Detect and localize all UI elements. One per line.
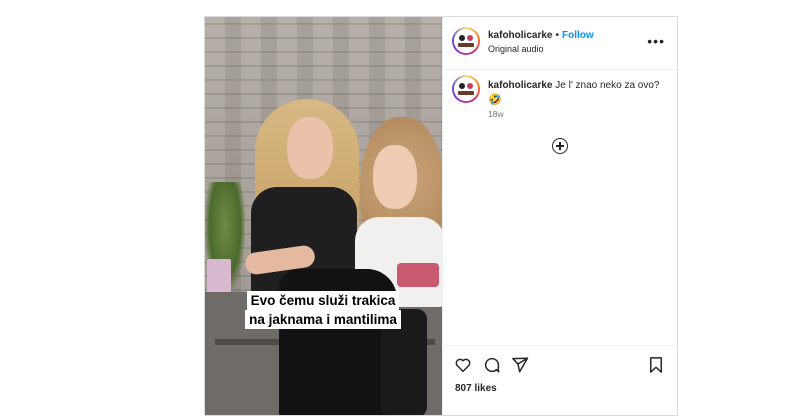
- avatar-logo-icon: [454, 29, 478, 53]
- comment-avatar[interactable]: [452, 75, 480, 103]
- header-username[interactable]: kafoholicarke: [488, 30, 552, 41]
- woman-left-face: [287, 117, 333, 179]
- comment-icon[interactable]: [483, 356, 501, 374]
- avatar-image: [454, 77, 478, 101]
- action-bar: [443, 345, 677, 386]
- likes-count[interactable]: 807 likes: [455, 383, 497, 394]
- post-header: kafoholicarke • Follow Original audio •••: [443, 17, 677, 70]
- caption-comment: kafoholicarke Je l' znao neko za ovo? 🤣: [488, 79, 668, 108]
- profile-avatar[interactable]: [452, 27, 480, 55]
- video-caption: Evo čemu služi trakica na jaknama i mant…: [239, 291, 407, 329]
- avatar-logo-icon: [454, 77, 478, 101]
- laughing-emoji: 🤣: [488, 94, 502, 106]
- add-icon[interactable]: [552, 138, 568, 154]
- comment-timestamp[interactable]: 18w: [488, 109, 504, 119]
- post-video[interactable]: Evo čemu služi trakica na jaknama i mant…: [205, 17, 442, 415]
- separator-dot: •: [555, 30, 559, 41]
- comment-text: Je l' znao neko za ovo?: [555, 80, 660, 91]
- original-audio-link[interactable]: Original audio: [488, 44, 544, 54]
- share-icon[interactable]: [511, 356, 529, 374]
- caption-line-2: na jaknama i mantilima: [245, 310, 401, 329]
- post-sidebar: kafoholicarke • Follow Original audio ••• …: [442, 17, 677, 415]
- instagram-post: Evo čemu služi trakica na jaknama i mant…: [204, 16, 678, 416]
- heart-icon[interactable]: [454, 356, 472, 374]
- shirt-print: [397, 263, 439, 287]
- more-icon[interactable]: •••: [647, 33, 665, 49]
- woman-right-face: [373, 145, 417, 209]
- header-user-line: kafoholicarke • Follow: [488, 30, 594, 41]
- comment-username[interactable]: kafoholicarke: [488, 80, 552, 91]
- follow-button[interactable]: Follow: [562, 30, 594, 41]
- bookmark-icon[interactable]: [647, 356, 665, 374]
- avatar-image: [454, 29, 478, 53]
- caption-line-1: Evo čemu služi trakica: [246, 291, 400, 310]
